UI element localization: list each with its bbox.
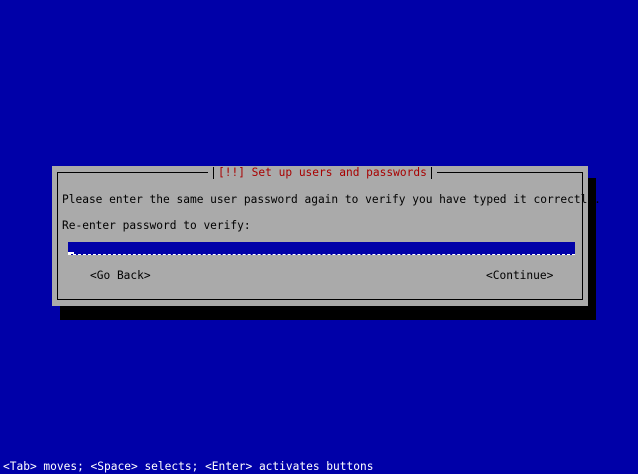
installer-screen: [!!] Set up users and passwords Please e… — [0, 0, 638, 474]
go-back-button[interactable]: <Go Back> — [90, 270, 151, 282]
prompt-text: Please enter the same user password agai… — [62, 193, 601, 206]
title-right-tick — [430, 166, 432, 179]
setup-users-dialog: [!!] Set up users and passwords Please e… — [52, 166, 601, 306]
dialog-title: [!!] Set up users and passwords — [218, 165, 427, 179]
password-field-label: Re-enter password to verify: — [62, 219, 251, 232]
dialog-title-container: [!!] Set up users and passwords — [208, 166, 437, 179]
title-left-tick — [213, 166, 214, 179]
continue-button[interactable]: <Continue> — [486, 270, 553, 282]
status-bar-hint: <Tab> moves; <Space> selects; <Enter> ac… — [3, 460, 374, 473]
text-cursor — [68, 252, 74, 254]
password-verify-input[interactable] — [68, 242, 575, 255]
